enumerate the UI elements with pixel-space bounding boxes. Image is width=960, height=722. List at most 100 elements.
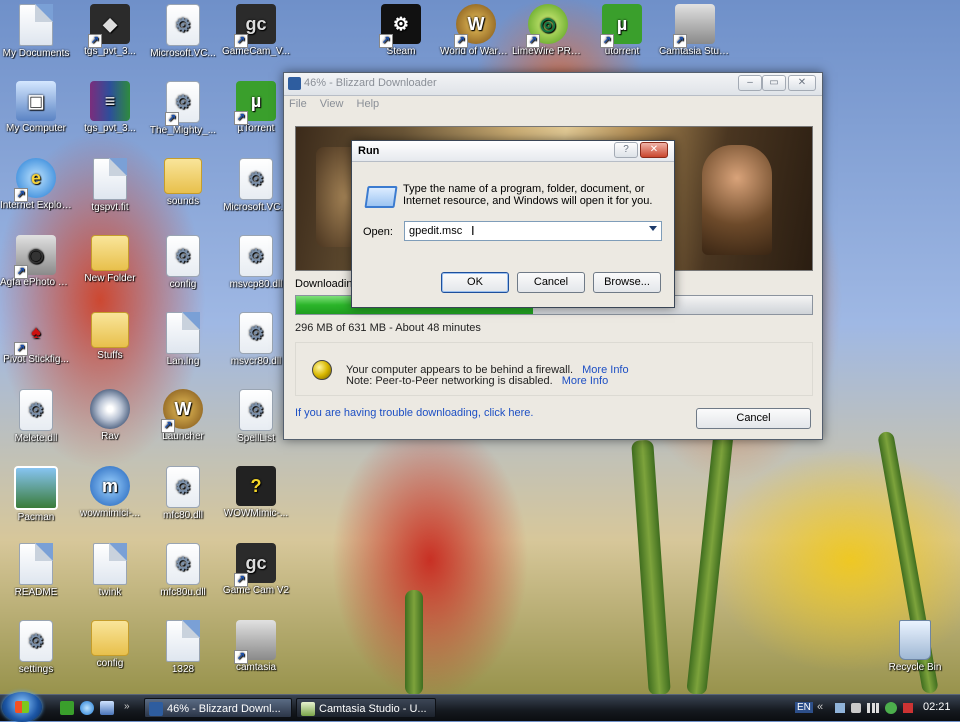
desktop-icon[interactable]: sounds (145, 158, 221, 207)
desktop-icon[interactable]: ⚙ mfc80.dll (145, 466, 221, 521)
settings-file-icon: ⚙ (239, 235, 273, 277)
desktop-icon-label: wowmimici-... (80, 508, 140, 519)
quicklaunch-overflow-icon[interactable]: » (124, 701, 130, 712)
run-dialog[interactable]: Run ? ✕ Type the name of a program, fold… (351, 140, 675, 308)
desktop-icon[interactable]: ⚙ Microsoft.VC... (145, 4, 221, 59)
tray-arrow-icon[interactable]: « (817, 701, 823, 713)
desktop-icon-label: Stuffs (97, 350, 123, 361)
desktop-icon[interactable]: New Folder (72, 235, 148, 284)
downloader-titlebar[interactable]: 46% - Blizzard Downloader – ▭ ✕ (284, 73, 822, 96)
menu-view[interactable]: View (315, 96, 349, 112)
desktop-icon[interactable]: tgspvt.fit (72, 158, 148, 213)
desktop-icon[interactable]: m wowmimici-... (72, 466, 148, 519)
run-cancel-button[interactable]: Cancel (517, 272, 585, 293)
desktop-icon-label: Lan.lng (166, 356, 200, 367)
desktop-icon[interactable]: µutorrent (584, 4, 660, 57)
firewall-more-info-link-2[interactable]: More Info (562, 375, 608, 387)
desktop-icon[interactable]: Pacman (0, 466, 74, 523)
setup-file-icon: ⚙ (165, 81, 200, 126)
download-status-label: Downloading (295, 278, 359, 290)
run-title: Run (358, 145, 380, 157)
open-combobox[interactable]: gpedit.msc I (404, 221, 662, 241)
desktop-icon[interactable]: README (0, 543, 74, 598)
desktop-icon[interactable]: camtasia (218, 620, 294, 673)
desktop-icon-label: config (169, 279, 197, 290)
trouble-downloading-link[interactable]: If you are having trouble downloading, c… (295, 407, 533, 419)
desktop-icon[interactable]: ⚙ settings (0, 620, 74, 675)
desktop-icon[interactable]: ⚙ config (145, 235, 221, 290)
winrar-icon: ≡ (90, 81, 130, 121)
minimize-button[interactable]: – (738, 75, 762, 91)
quicklaunch-desktop-icon[interactable] (100, 701, 114, 715)
taskbar-item-camtasia[interactable]: Camtasia Studio - U... (296, 698, 436, 718)
download-progress-text: 296 MB of 631 MB - About 48 minutes (295, 322, 481, 334)
desktop-icon[interactable]: ▣ My Computer (0, 81, 74, 134)
taskbar-item-blizzard[interactable]: 46% - Blizzard Downl... (144, 698, 292, 718)
run-close-button[interactable]: ✕ (640, 142, 668, 158)
desktop-icon[interactable]: Stuffs (72, 312, 148, 361)
desktop-icon[interactable]: twink (72, 543, 148, 598)
file-icon (93, 158, 127, 200)
desktop-icon-label: WOWMimic-... (223, 508, 289, 519)
language-indicator[interactable]: EN (795, 702, 813, 713)
open-input[interactable]: gpedit.msc (409, 225, 462, 237)
desktop-icon[interactable]: ⚙ mfc80u.dll (145, 543, 221, 598)
desktop-icon[interactable]: ? WOWMimic-... (218, 466, 294, 519)
desktop-icon[interactable]: eInternet Explorer (0, 158, 74, 211)
game-icon: ◆ (88, 4, 130, 48)
desktop-icon[interactable]: Lan.lng (145, 312, 221, 367)
desktop-icon[interactable]: gcGame Cam V2 (218, 543, 294, 596)
desktop-icon[interactable]: Rav (72, 389, 148, 442)
desktop-icon[interactable]: WLauncher (145, 389, 221, 442)
desktop-icon[interactable]: ◆tgs_pvt_3... (72, 4, 148, 57)
desktop-icon-label: Microsoft.VC... (150, 48, 216, 59)
desktop-icon-label: camtasia (235, 662, 276, 673)
desktop-icon[interactable]: 1328 (145, 620, 221, 675)
close-button[interactable]: ✕ (788, 75, 816, 91)
desktop-icon-label: The_Mighty_... (149, 125, 217, 136)
run-icon (364, 186, 398, 208)
desktop-icon[interactable]: gcGameCam_V... (218, 4, 294, 57)
quicklaunch-ie-icon[interactable] (80, 701, 94, 715)
desktop-icon-label: Internet Explorer (0, 200, 74, 211)
desktop-icon[interactable]: ♠Pivot Stickfig... (0, 312, 74, 366)
quicklaunch-utorrent-icon[interactable] (60, 701, 74, 715)
menu-file[interactable]: File (284, 96, 312, 112)
desktop-icon[interactable]: config (72, 620, 148, 669)
desktop-icon[interactable]: ◎LimeWire PRO 5.1.2 (510, 4, 586, 57)
gamecam-icon: gc (234, 4, 276, 48)
desktop-icon-label: mfc80u.dll (160, 587, 206, 598)
run-ok-button[interactable]: OK (441, 272, 509, 293)
desktop-icon-label: tgs_pvt_3... (84, 123, 136, 134)
maximize-button[interactable]: ▭ (762, 75, 786, 91)
file-icon (19, 543, 53, 585)
desktop-icon[interactable]: ⚙The_Mighty_... (145, 81, 221, 136)
tray-network-icon[interactable] (835, 703, 845, 713)
camtasia-icon (234, 620, 276, 664)
start-button[interactable] (2, 692, 42, 722)
desktop-icon[interactable]: My Documents (0, 4, 74, 59)
desktop-icon[interactable]: ⚙Steam (363, 4, 439, 57)
desktop-icon[interactable]: ◉Agfa ePhoto 1280 Digit... (0, 235, 74, 288)
tray-signal-icon[interactable] (867, 703, 879, 713)
desktop-icon-label: Game Cam V2 (222, 585, 290, 596)
system-tray: EN « 02:21 (795, 695, 960, 721)
menu-help[interactable]: Help (352, 96, 385, 112)
clock[interactable]: 02:21 (923, 701, 951, 713)
downloader-cancel-button[interactable]: Cancel (696, 408, 811, 429)
help-icon: ? (236, 466, 276, 506)
desktop-icon[interactable]: Recycle Bin (877, 620, 953, 673)
desktop-icon[interactable]: ⚙ Melete.dll (0, 389, 74, 444)
desktop-icon[interactable]: Camtasia Studio 5 (657, 4, 733, 57)
desktop-icon-label: My Documents (2, 48, 70, 59)
desktop-icon-label: Pacman (17, 512, 55, 523)
run-titlebar[interactable]: Run ? ✕ (352, 141, 674, 162)
tray-app-icon[interactable] (885, 702, 897, 714)
run-browse-button[interactable]: Browse... (593, 272, 661, 293)
run-help-button[interactable]: ? (614, 142, 638, 158)
chevron-down-icon[interactable] (649, 226, 657, 231)
tray-volume-icon[interactable] (851, 703, 861, 713)
desktop-icon[interactable]: ≡ tgs_pvt_3... (72, 81, 148, 134)
tray-camtasia-icon[interactable] (903, 703, 913, 713)
desktop-icon[interactable]: WWorld of Warcraft (438, 4, 514, 57)
